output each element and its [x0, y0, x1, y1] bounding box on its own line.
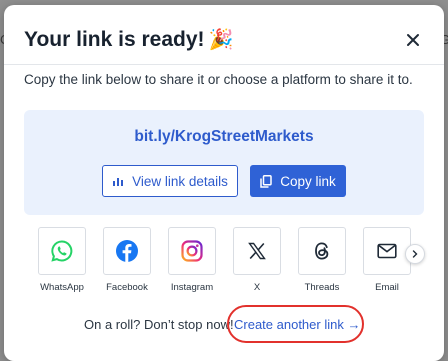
footer-prompt: On a roll? Don’t stop now!: [84, 317, 234, 332]
x-icon: [248, 242, 266, 260]
facebook-icon: [116, 240, 138, 262]
share-tile: [363, 227, 411, 275]
share-scroll-next-button[interactable]: [405, 244, 425, 264]
share-label-instagram: Instagram: [170, 282, 214, 293]
share-email[interactable]: Email: [361, 227, 413, 293]
share-facebook[interactable]: Facebook: [101, 227, 153, 293]
link-panel: bit.ly/KrogStreetMarkets View link detai…: [24, 110, 424, 215]
share-label-email: Email: [375, 282, 399, 293]
view-link-details-button[interactable]: View link details: [102, 165, 238, 197]
create-another-link-label: Create another link: [234, 317, 344, 332]
arrow-right-icon: →: [347, 317, 361, 332]
share-instagram[interactable]: Instagram: [166, 227, 218, 293]
share-threads[interactable]: Threads: [296, 227, 348, 293]
email-icon: [377, 243, 397, 259]
header-divider: [4, 64, 444, 65]
share-tile: [298, 227, 346, 275]
view-link-details-label: View link details: [132, 173, 228, 189]
share-x[interactable]: X: [231, 227, 283, 293]
modal-title: Your link is ready! 🎉: [24, 27, 233, 52]
modal-subtitle: Copy the link below to share it or choos…: [24, 72, 413, 87]
close-icon: [407, 34, 419, 46]
short-link[interactable]: bit.ly/KrogStreetMarkets: [24, 128, 424, 146]
share-link-modal: Your link is ready! 🎉 Copy the link below…: [4, 5, 444, 361]
share-tile: [168, 227, 216, 275]
create-another-link[interactable]: Create another link →: [234, 317, 360, 332]
copy-link-button[interactable]: Copy link: [250, 165, 346, 197]
modal-title-text: Your link is ready!: [24, 28, 205, 51]
instagram-icon: [181, 240, 203, 262]
whatsapp-icon: [51, 240, 73, 262]
threads-icon: [315, 242, 329, 260]
copy-link-label: Copy link: [280, 173, 336, 189]
share-tile: [233, 227, 281, 275]
share-platform-row: WhatsApp Facebook Instagram X Threads Em…: [36, 227, 416, 297]
chevron-right-icon: [412, 250, 418, 258]
bar-chart-icon: [113, 178, 124, 186]
share-label-threads: Threads: [304, 282, 340, 293]
close-button[interactable]: [402, 29, 424, 51]
share-whatsapp[interactable]: WhatsApp: [36, 227, 88, 293]
share-label-x: X: [253, 282, 261, 293]
share-tile: [38, 227, 86, 275]
share-label-whatsapp: WhatsApp: [40, 282, 84, 293]
copy-icon: [260, 174, 272, 188]
share-label-facebook: Facebook: [106, 282, 148, 293]
share-tile: [103, 227, 151, 275]
party-popper-icon: 🎉: [208, 29, 234, 51]
